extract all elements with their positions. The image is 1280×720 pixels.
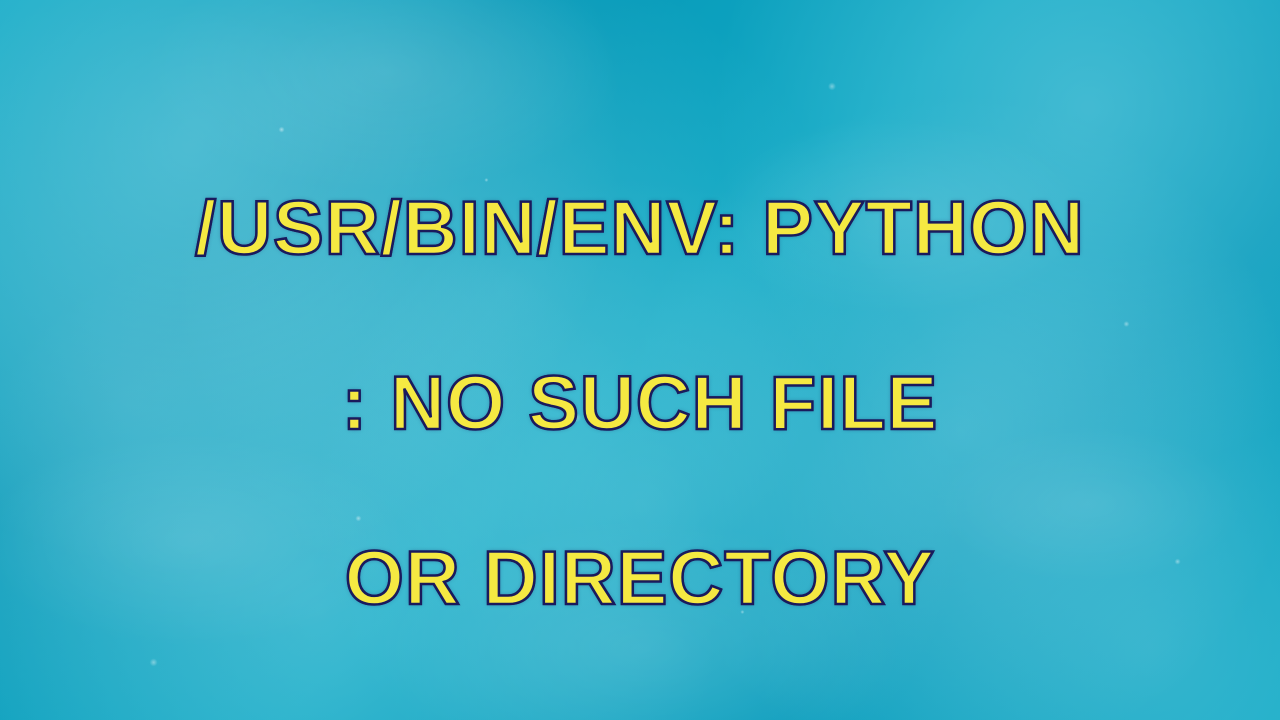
title-line-3: OR DIRECTORY [345, 536, 936, 621]
water-background: /USR/BIN/ENV: PYTHON : NO SUCH FILE OR D… [0, 0, 1280, 720]
title-line-1: /USR/BIN/ENV: PYTHON [195, 186, 1085, 271]
title-line-2: : NO SUCH FILE [342, 361, 939, 446]
main-title: /USR/BIN/ENV: PYTHON : NO SUCH FILE OR D… [195, 98, 1085, 622]
title-container: /USR/BIN/ENV: PYTHON : NO SUCH FILE OR D… [115, 98, 1165, 622]
